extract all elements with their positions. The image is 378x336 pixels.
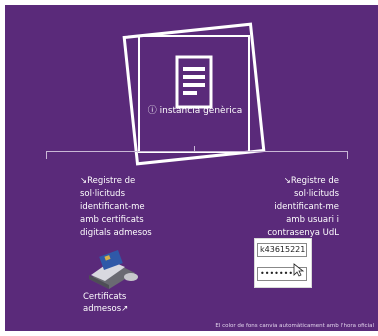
cert-link-line-1: Certificats: [83, 292, 127, 302]
footer-note: El color de fons canvia automàticament a…: [215, 323, 374, 329]
right-line-2: sol·licituds: [294, 189, 339, 199]
username-field[interactable]: k43615221: [257, 243, 307, 257]
document-icon: [175, 55, 213, 109]
mouse-cursor-icon: [293, 263, 305, 277]
connector-middle: [194, 146, 195, 152]
accepted-certificates-link[interactable]: Certificats admesos↗: [83, 291, 163, 315]
right-line-3: identificant-me: [274, 202, 339, 212]
left-line-4: amb certificats: [80, 215, 144, 225]
left-line-5: digitals admesos: [80, 228, 152, 238]
connector-horizontal: [46, 151, 348, 152]
connector-right: [347, 151, 348, 159]
right-line-4: amb usuari i: [286, 215, 339, 225]
smartcard-reader-icon[interactable]: [81, 249, 141, 289]
password-login-option[interactable]: ↘Registre de sol·licituds identificant-m…: [239, 175, 339, 240]
panel: ⓘ instància genèrica ↘Registre de sol·li…: [5, 5, 378, 331]
certificate-login-option[interactable]: ↘Registre de sol·licituds identificant-m…: [80, 175, 180, 240]
left-line-2: sol·licituds: [80, 189, 125, 199]
connector-left: [46, 151, 47, 159]
left-line-3: identificant-me: [80, 202, 145, 212]
left-line-1: ↘Registre de: [80, 176, 136, 186]
cert-link-line-2: admesos↗: [83, 304, 129, 314]
tile-caption[interactable]: ⓘ instància genèrica: [145, 103, 245, 116]
right-line-1: ↘Registre de: [283, 176, 339, 186]
